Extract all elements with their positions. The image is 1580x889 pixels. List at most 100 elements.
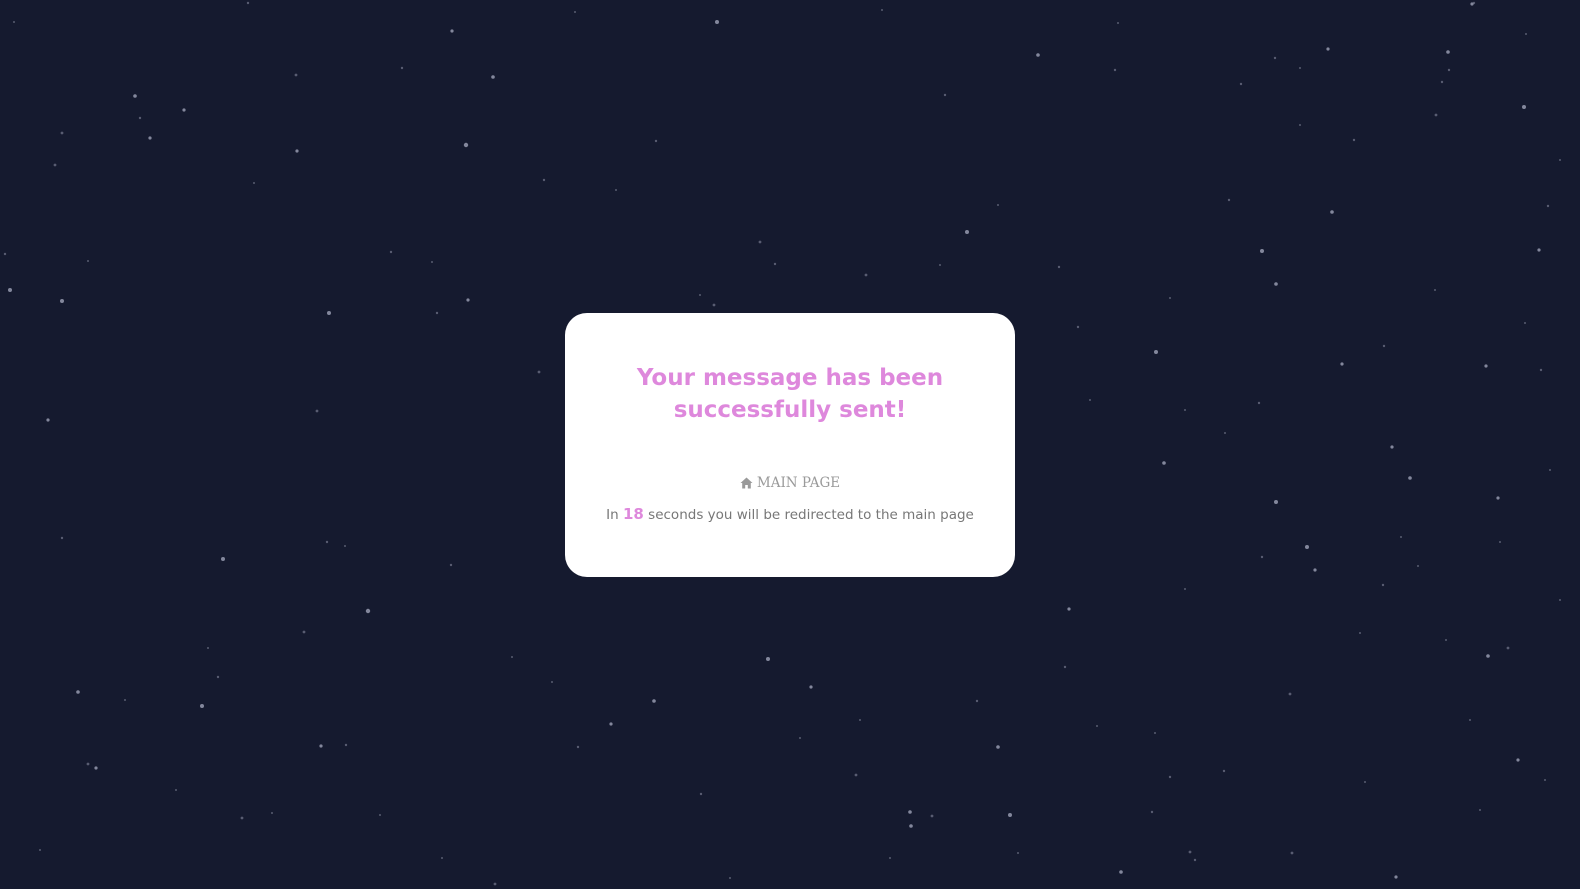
star [327, 311, 331, 315]
star [207, 647, 209, 649]
star [466, 298, 470, 302]
star [1008, 813, 1012, 817]
star [1150, 810, 1154, 814]
star [1063, 665, 1067, 669]
home-icon [740, 477, 753, 489]
star [94, 766, 98, 770]
star [133, 94, 137, 98]
star [965, 230, 969, 234]
star [60, 131, 64, 135]
star [450, 29, 454, 33]
star [1188, 850, 1192, 854]
star [1524, 322, 1526, 324]
star [1364, 781, 1366, 783]
star [1096, 725, 1098, 727]
star [799, 737, 801, 739]
star [699, 792, 703, 796]
star [1089, 399, 1091, 401]
star [1162, 461, 1166, 465]
star [908, 810, 912, 814]
star [435, 311, 439, 315]
star [1305, 545, 1309, 549]
redirect-notice: In 18 seconds you will be redirected to … [565, 505, 1015, 523]
star [1559, 599, 1561, 601]
star [1290, 851, 1294, 855]
star [609, 722, 613, 726]
star [1496, 496, 1500, 500]
star [1525, 33, 1527, 35]
star [909, 824, 913, 828]
star [1469, 719, 1471, 721]
star [729, 877, 731, 879]
star [1546, 204, 1550, 208]
star [86, 762, 90, 766]
countdown-seconds: 18 [623, 505, 644, 523]
star [124, 699, 126, 701]
star [200, 704, 204, 708]
star [996, 745, 1000, 749]
star [1381, 583, 1385, 587]
star [542, 178, 546, 182]
star [1222, 769, 1226, 773]
star [1544, 779, 1546, 781]
star [1479, 809, 1481, 811]
star [46, 418, 50, 422]
star [511, 656, 513, 658]
star [493, 882, 497, 886]
star [1537, 248, 1541, 252]
star [975, 699, 979, 703]
star [1274, 282, 1278, 286]
star [1506, 646, 1510, 650]
main-page-link[interactable]: MAIN PAGE [565, 475, 1015, 491]
star [148, 136, 152, 140]
star [365, 608, 371, 614]
star [615, 189, 617, 191]
star [1184, 409, 1186, 411]
star [1313, 568, 1317, 572]
star [182, 108, 186, 112]
star [1340, 362, 1344, 366]
star [76, 690, 80, 694]
star [1239, 82, 1243, 86]
star [537, 370, 541, 374]
star [715, 20, 719, 24]
star [221, 557, 225, 561]
success-title: Your message has been successfully sent! [636, 365, 944, 423]
star [1076, 325, 1080, 329]
star [1400, 536, 1402, 538]
star [3, 252, 7, 256]
star [246, 1, 250, 5]
star [1330, 210, 1334, 214]
star [1394, 875, 1398, 879]
success-card: Your message has been successfully sent!… [565, 313, 1015, 577]
star [13, 21, 15, 23]
star [60, 299, 64, 303]
star [1522, 105, 1526, 109]
redirect-suffix: seconds you will be redirected to the ma… [648, 507, 974, 523]
star [1273, 56, 1277, 60]
star [39, 849, 41, 851]
star [344, 743, 348, 747]
star [1119, 870, 1123, 874]
star [576, 745, 580, 749]
star [302, 630, 306, 634]
star [53, 163, 57, 167]
star [854, 773, 858, 777]
star [1352, 138, 1356, 142]
redirect-prefix: In [606, 507, 619, 523]
star [1559, 159, 1561, 161]
star [1169, 297, 1171, 299]
star [1260, 249, 1264, 253]
star [809, 685, 813, 689]
star [1036, 53, 1040, 57]
star [271, 812, 273, 814]
star [1390, 445, 1394, 449]
star [463, 142, 469, 148]
star [551, 681, 553, 683]
star [441, 857, 443, 859]
star [1434, 289, 1436, 291]
star [400, 66, 404, 70]
star [240, 816, 244, 820]
star [379, 814, 381, 816]
star [1516, 758, 1520, 762]
